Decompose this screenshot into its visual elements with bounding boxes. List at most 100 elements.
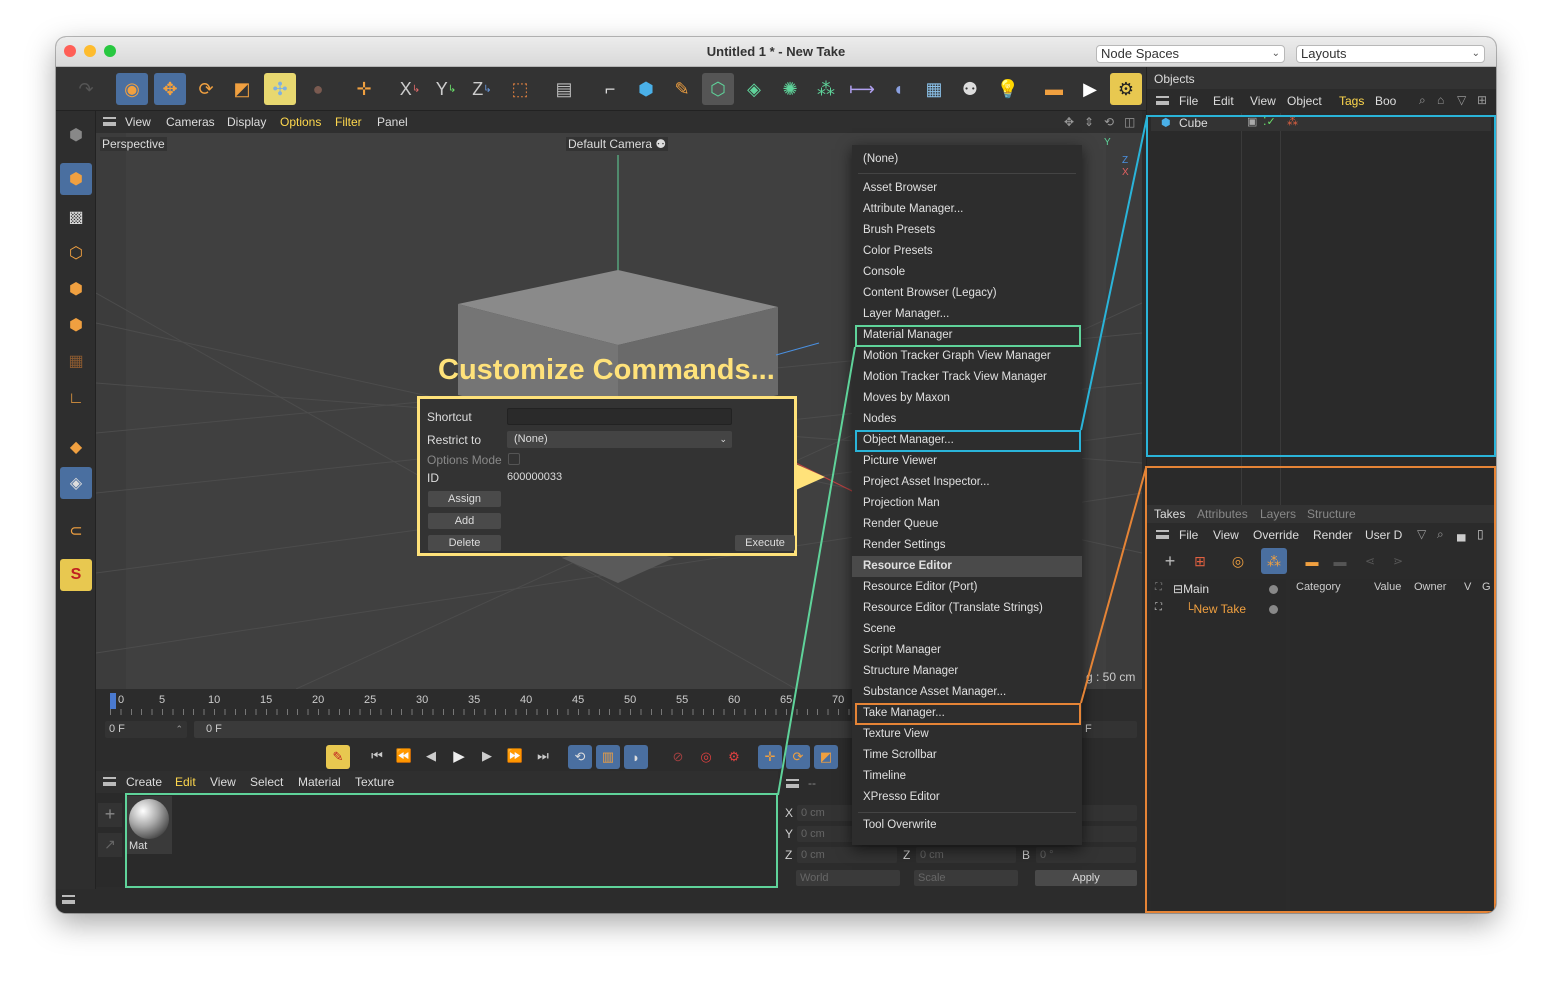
dolly-view-icon[interactable]: ⇕ (1084, 115, 1094, 129)
z-axis-lock-icon[interactable]: Z ↳ (466, 73, 498, 105)
dropdown-item[interactable]: Scene (852, 619, 1082, 640)
menu-options[interactable]: Options (280, 115, 321, 129)
camera-icon[interactable]: ⚉ (954, 73, 986, 105)
key-rotation-icon[interactable]: ⟳ (786, 745, 810, 769)
sketch-icon[interactable]: ✎ (666, 73, 698, 105)
solo-icon[interactable]: S (60, 559, 92, 591)
select-cursor-icon[interactable]: ◉ (116, 73, 148, 105)
edit-material-icon[interactable]: ↗ (98, 833, 122, 857)
dropdown-item[interactable]: Content Browser (Legacy) (852, 283, 1082, 304)
points-mode-icon[interactable]: ⬡ (60, 237, 92, 269)
axis-mode-icon[interactable]: ∟ (60, 383, 92, 415)
home-icon[interactable]: ⌂ (1437, 93, 1444, 107)
world-select[interactable]: World (796, 870, 900, 886)
dropdown-item[interactable]: Render Queue (852, 514, 1082, 535)
start-frame-field[interactable]: 0 F ⌃ (105, 721, 187, 738)
dropdown-item[interactable]: Asset Browser (852, 178, 1082, 199)
options-mode-checkbox[interactable] (508, 453, 520, 465)
floor-icon[interactable]: ▦ (918, 73, 950, 105)
hamburger-menu-icon[interactable] (103, 117, 116, 126)
menu-object[interactable]: Object (1287, 94, 1322, 108)
subdivision-icon[interactable]: ⬡ (702, 73, 734, 105)
dropdown-item[interactable]: Color Presets (852, 241, 1082, 262)
menu-panel[interactable]: Panel (377, 115, 408, 129)
dropdown-item[interactable]: Nodes (852, 409, 1082, 430)
undo-icon[interactable]: ↷ (70, 73, 102, 105)
model-mode-icon[interactable]: ⬢ (60, 163, 92, 195)
key-position-icon[interactable]: ✛ (758, 745, 782, 769)
render-region-icon[interactable]: ▤ (548, 73, 580, 105)
record-keys-icon[interactable]: ✎ (326, 745, 350, 769)
menu-view[interactable]: View (1250, 94, 1276, 108)
menu-create[interactable]: Create (126, 775, 162, 789)
clapper-icon[interactable]: ▬ (1038, 73, 1070, 105)
orbit-view-icon[interactable]: ⟲ (1104, 115, 1114, 129)
scale-select[interactable]: Scale (914, 870, 1018, 886)
dropdown-item[interactable]: Projection Man (852, 493, 1082, 514)
menu-tags[interactable]: Tags (1339, 94, 1364, 108)
delete-button[interactable]: Delete (428, 535, 501, 551)
dropdown-item[interactable]: Motion Tracker Graph View Manager (852, 346, 1082, 367)
dropdown-item[interactable]: Timeline (852, 766, 1082, 787)
add-button[interactable]: Add (428, 513, 501, 529)
play-icon[interactable]: ▶ (448, 745, 470, 767)
go-to-start-icon[interactable]: ⏮ (366, 745, 388, 767)
spline-pen-icon[interactable]: ⌐ (594, 73, 626, 105)
dropdown-item[interactable]: Tool Overwrite (852, 815, 1082, 836)
dropdown-item[interactable]: (None) (852, 149, 1082, 170)
menu-file[interactable]: File (1179, 94, 1198, 108)
polygons-mode-icon[interactable]: ⬢ (60, 309, 92, 341)
tab-objects[interactable]: Objects (1154, 72, 1195, 86)
cube-icon[interactable]: ⬢ (630, 73, 662, 105)
extrude-icon[interactable]: ◈ (738, 73, 770, 105)
add-material-icon[interactable]: + (98, 803, 122, 827)
dropdown-item[interactable]: Moves by Maxon (852, 388, 1082, 409)
menu-select[interactable]: Select (250, 775, 283, 789)
assign-button[interactable]: Assign (428, 491, 501, 507)
magnet-tool-icon[interactable]: ● (302, 73, 334, 105)
z-position-field[interactable]: 0 cm (797, 847, 897, 863)
autokey-off-icon[interactable]: ⊘ (666, 745, 690, 769)
make-editable-icon[interactable]: ⬢ (60, 119, 92, 151)
sound-icon[interactable]: ◗ (624, 745, 648, 769)
hamburger-menu-icon[interactable] (62, 895, 75, 904)
coordinate-plus-icon[interactable]: ✛ (348, 73, 380, 105)
dropdown-item[interactable]: Time Scrollbar (852, 745, 1082, 766)
menu-texture[interactable]: Texture (355, 775, 394, 789)
hamburger-menu-icon[interactable] (786, 779, 799, 788)
render-icon[interactable]: ▶ (1074, 73, 1106, 105)
layouts-select[interactable]: Layouts ⌄ (1296, 45, 1485, 63)
node-spaces-select[interactable]: Node Spaces ⌄ (1096, 45, 1285, 63)
shortcut-input[interactable] (507, 408, 732, 425)
dropdown-item[interactable]: Brush Presets (852, 220, 1082, 241)
dropdown-item[interactable]: Script Manager (852, 640, 1082, 661)
next-key-icon[interactable]: ⏩ (504, 745, 526, 767)
preview-range-slider[interactable]: 0 F (194, 721, 856, 738)
key-scale-icon[interactable]: ◩ (814, 745, 838, 769)
menu-view[interactable]: View (210, 775, 236, 789)
film-icon[interactable]: ▥ (596, 745, 620, 769)
dropdown-item[interactable]: Picture Viewer (852, 451, 1082, 472)
menu-cameras[interactable]: Cameras (166, 115, 215, 129)
dropdown-item[interactable]: Resource Editor (Translate Strings) (852, 598, 1082, 619)
previous-frame-icon[interactable]: ◀ (420, 745, 442, 767)
filter-icon[interactable]: ▽ (1457, 93, 1466, 107)
uv-mode-icon[interactable]: ▦ (60, 345, 92, 377)
light-icon[interactable]: 💡 (992, 73, 1024, 105)
previous-key-icon[interactable]: ⏪ (393, 745, 415, 767)
coordinate-system-icon[interactable]: ⬚ (504, 73, 536, 105)
menu-display[interactable]: Display (227, 115, 266, 129)
axis-icon[interactable]: ✣ (264, 73, 296, 105)
maximize-view-icon[interactable]: ◫ (1124, 115, 1135, 129)
edges-mode-icon[interactable]: ⬢ (60, 273, 92, 305)
z-size-field[interactable]: 0 cm (916, 847, 1016, 863)
x-axis-lock-icon[interactable]: X ↳ (394, 73, 426, 105)
restrict-to-select[interactable]: (None) ⌄ (507, 431, 732, 448)
menu-edit[interactable]: Edit (1213, 94, 1234, 108)
deformer-icon[interactable]: ⟼ (846, 73, 878, 105)
next-frame-icon[interactable]: ▶ (476, 745, 498, 767)
pan-view-icon[interactable]: ✥ (1064, 115, 1074, 129)
apply-button[interactable]: Apply (1035, 870, 1137, 886)
field-icon[interactable]: ◖ (882, 73, 914, 105)
loop-icon[interactable]: ⟲ (568, 745, 592, 769)
